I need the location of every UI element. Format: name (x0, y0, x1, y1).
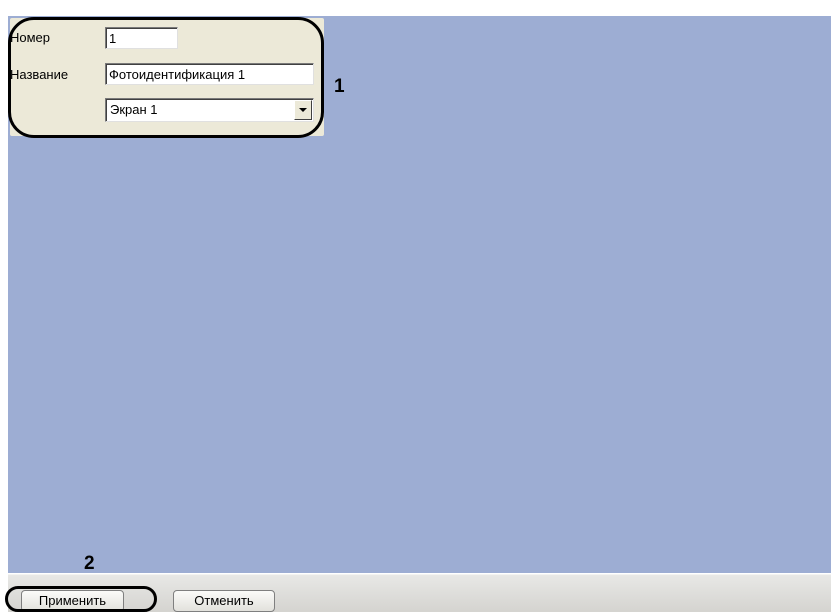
callout-number-2: 2 (84, 553, 95, 574)
number-input[interactable] (105, 27, 178, 49)
chevron-down-icon (299, 108, 307, 112)
top-strip (0, 0, 831, 16)
screen-select-dropdown-button[interactable] (294, 100, 312, 120)
name-label: Название (10, 67, 69, 82)
footer-bar: Применить Отменить (8, 573, 831, 612)
page: Номер Название Экран 1 1 2 Применить Отм… (0, 0, 831, 612)
name-input[interactable] (105, 63, 314, 85)
screen-select-value: Экран 1 (110, 102, 158, 117)
screen-select[interactable]: Экран 1 (105, 98, 314, 122)
cancel-button[interactable]: Отменить (173, 590, 275, 612)
apply-button[interactable]: Применить (21, 590, 124, 612)
callout-number-1: 1 (334, 76, 345, 97)
number-label: Номер (10, 30, 51, 45)
